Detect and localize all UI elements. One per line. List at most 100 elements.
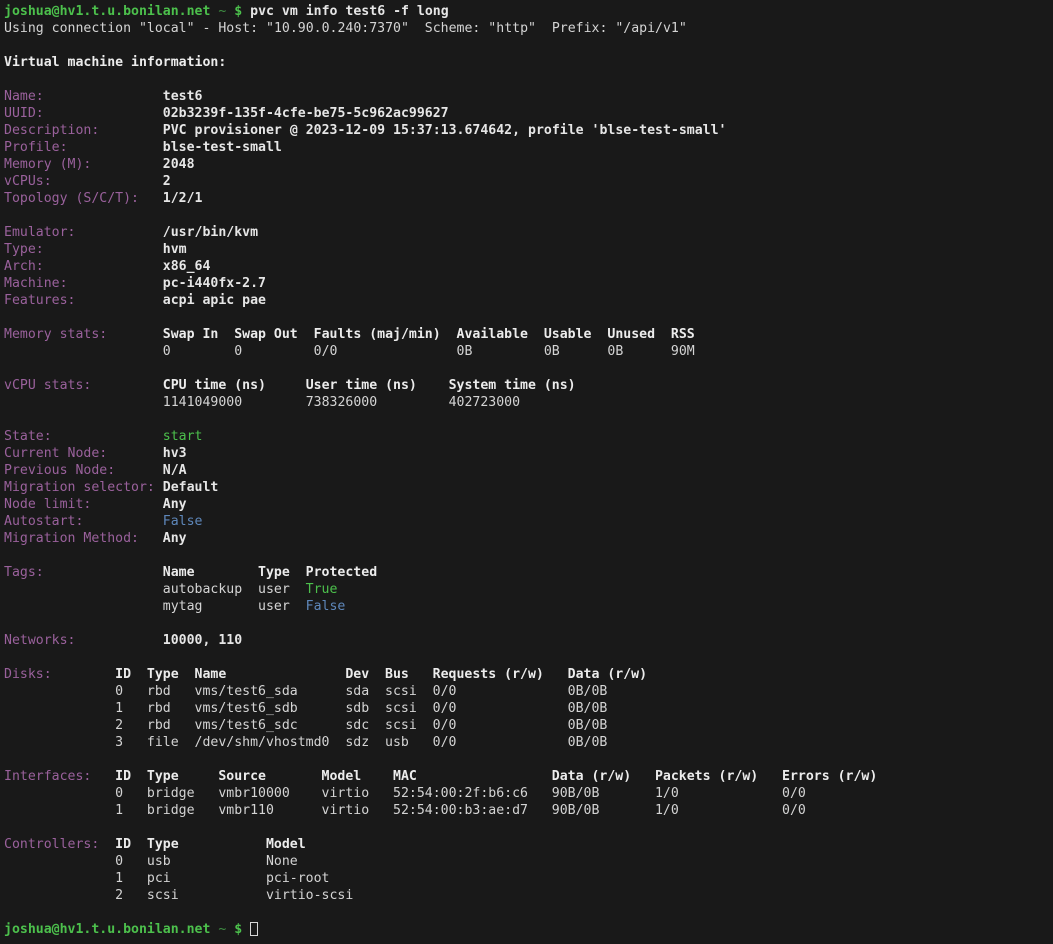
terminal-cursor[interactable] (250, 922, 258, 936)
table-cell: autobackup (163, 581, 258, 598)
column-header: Swap Out (234, 326, 313, 343)
field-label: Memory stats: (4, 326, 163, 343)
field-label: State: (4, 428, 163, 445)
column-header: Source (218, 768, 321, 785)
controller-row: 0 usb None (4, 853, 1053, 870)
field-value: 2 (163, 173, 171, 190)
field-state: State: start (4, 428, 1053, 445)
table-cell: bridge (147, 785, 218, 802)
field-label: Arch: (4, 258, 163, 275)
column-header: System time (ns) (449, 377, 576, 394)
field-value: Default (163, 479, 219, 496)
field-label: Machine: (4, 275, 163, 292)
column-header: Type (147, 666, 195, 683)
column-header: Usable (544, 326, 608, 343)
table-cell: vms/test6_sdb (195, 700, 346, 717)
field-value: x86_64 (163, 258, 211, 275)
column-header: Dev (345, 666, 385, 683)
column-header: Name (163, 564, 258, 581)
prompt-symbol: $ (234, 3, 242, 20)
field-value-state: start (163, 428, 203, 445)
table-cell: 1141049000 (163, 394, 306, 411)
table-cell: 0/0 (314, 343, 457, 360)
column-header: Faults (maj/min) (314, 326, 457, 343)
table-cell: vms/test6_sda (195, 683, 346, 700)
memory-stats-header-row: Memory stats: Swap In Swap Out Faults (m… (4, 326, 1053, 343)
field-label: Controllers: (4, 836, 115, 853)
table-cell: 0B/0B (568, 717, 608, 734)
table-cell: scsi (385, 717, 433, 734)
table-cell: vmbr110 (218, 802, 321, 819)
interface-row: 0 bridge vmbr10000 virtio 52:54:00:2f:b6… (4, 785, 1053, 802)
section-heading: Virtual machine information: (4, 54, 226, 71)
field-value: test6 (163, 88, 203, 105)
column-header: RSS (671, 326, 695, 343)
table-cell: vms/test6_sdc (195, 717, 346, 734)
column-header: Requests (r/w) (433, 666, 568, 683)
field-previous-node: Previous Node: N/A (4, 462, 1053, 479)
controller-row: 2 scsi virtio-scsi (4, 887, 1053, 904)
connection-info: Using connection "local" - Host: "10.90.… (4, 20, 687, 37)
disk-row: 0 rbd vms/test6_sda sda scsi 0/0 0B/0B (4, 683, 1053, 700)
column-header: Model (322, 768, 393, 785)
table-cell: rbd (147, 717, 195, 734)
field-label: Name: (4, 88, 163, 105)
column-header: Swap In (163, 326, 234, 343)
table-cell: 90M (671, 343, 695, 360)
table-cell: 0/0 (782, 785, 806, 802)
connection-info-line: Using connection "local" - Host: "10.90.… (4, 20, 1053, 37)
table-cell: sda (345, 683, 385, 700)
table-cell: 0/0 (433, 700, 568, 717)
column-header: Unused (607, 326, 671, 343)
column-header: Available (457, 326, 544, 343)
tag-row: autobackup user True (4, 581, 1053, 598)
table-cell: 0/0 (433, 683, 568, 700)
column-header: Data (r/w) (568, 666, 647, 683)
table-cell: usb (147, 853, 266, 870)
field-value: 1/2/1 (163, 190, 203, 207)
table-cell: 0B (457, 343, 544, 360)
field-features: Features: acpi apic pae (4, 292, 1053, 309)
column-header: CPU time (ns) (163, 377, 306, 394)
prompt-symbol: $ (234, 921, 242, 938)
table-cell: scsi (147, 887, 266, 904)
table-cell: virtio (322, 785, 393, 802)
column-header: Model (266, 836, 306, 853)
field-value: PVC provisioner @ 2023-12-09 15:37:13.67… (163, 122, 727, 139)
field-emulator: Emulator: /usr/bin/kvm (4, 224, 1053, 241)
interface-row: 1 bridge vmbr110 virtio 52:54:00:b3:ae:d… (4, 802, 1053, 819)
table-cell: None (266, 853, 298, 870)
table-cell: 0B (607, 343, 671, 360)
field-name: Name: test6 (4, 88, 1053, 105)
terminal-window[interactable]: joshua@hv1.t.u.bonilan.net ~ $ pvc vm in… (0, 0, 1053, 944)
field-uuid: UUID: 02b3239f-135f-4cfe-be75-5c962ac996… (4, 105, 1053, 122)
controllers-header-row: Controllers: ID Type Model (4, 836, 1053, 853)
field-value: acpi apic pae (163, 292, 266, 309)
prompt-line-top: joshua@hv1.t.u.bonilan.net ~ $ pvc vm in… (4, 3, 1053, 20)
table-cell: 0 (234, 343, 313, 360)
field-value: 2048 (163, 156, 195, 173)
field-networks: Networks: 10000, 110 (4, 632, 1053, 649)
interfaces-header-row: Interfaces: ID Type Source Model MAC Dat… (4, 768, 1053, 785)
field-label: UUID: (4, 105, 163, 122)
table-cell: virtio-scsi (266, 887, 353, 904)
disk-row: 1 rbd vms/test6_sdb sdb scsi 0/0 0B/0B (4, 700, 1053, 717)
field-label: Topology (S/C/T): (4, 190, 163, 207)
table-cell: 0/0 (433, 717, 568, 734)
field-label: Emulator: (4, 224, 163, 241)
field-value: hvm (163, 241, 187, 258)
column-header: ID (115, 768, 147, 785)
table-cell: mytag (163, 598, 258, 615)
table-cell: vmbr10000 (218, 785, 321, 802)
field-label: Migration selector: (4, 479, 163, 496)
table-cell: 0B/0B (568, 683, 608, 700)
field-label: Autostart: (4, 513, 163, 530)
table-cell: sdc (345, 717, 385, 734)
column-header: Bus (385, 666, 433, 683)
field-value: hv3 (163, 445, 187, 462)
table-cell: 0 (115, 683, 147, 700)
field-description: Description: PVC provisioner @ 2023-12-0… (4, 122, 1053, 139)
field-label: Type: (4, 241, 163, 258)
field-value: blse-test-small (163, 139, 282, 156)
table-cell: virtio (322, 802, 393, 819)
